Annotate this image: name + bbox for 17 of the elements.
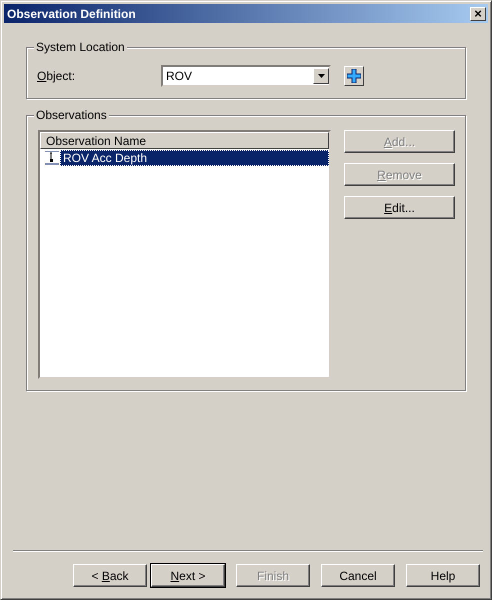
group-title: Observations <box>34 108 109 122</box>
group-title: System Location <box>34 40 127 54</box>
close-button[interactable]: × <box>470 6 486 20</box>
wizard-button[interactable]: Help <box>406 564 480 587</box>
dropdown-arrow-icon <box>318 74 324 78</box>
plus-icon <box>347 69 361 83</box>
add-button[interactable] <box>344 66 364 86</box>
wizard-button[interactable]: < Back <box>73 564 147 587</box>
wizard-button[interactable]: Next > <box>151 564 225 587</box>
action-button[interactable]: Edit... <box>344 196 455 219</box>
object-dropdown[interactable]: ROV <box>161 65 331 87</box>
depth-icon <box>44 150 60 164</box>
list-item[interactable]: ROV Acc Depth <box>60 150 329 166</box>
window-title: Observation Definition <box>7 6 136 20</box>
column-header[interactable]: Observation Name <box>40 132 329 149</box>
wizard-button[interactable]: Cancel <box>321 564 395 587</box>
object-label: Object: <box>37 69 76 83</box>
